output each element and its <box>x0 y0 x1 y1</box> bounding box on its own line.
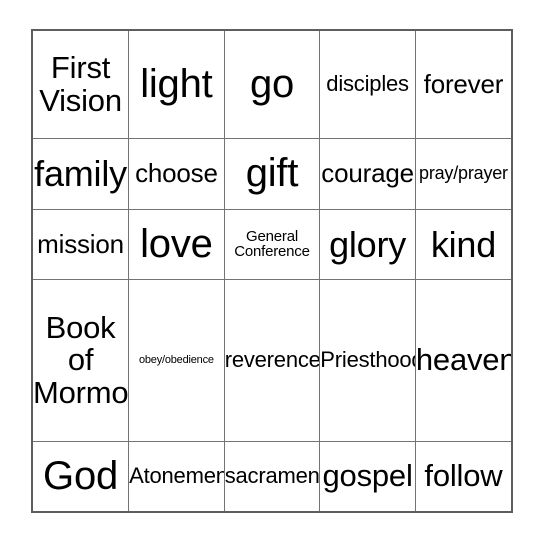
bingo-cell-label: love <box>140 221 213 266</box>
bingo-row: First Vision light go disciples forever <box>33 31 511 140</box>
bingo-cell[interactable]: choose <box>128 138 225 210</box>
bingo-cell-label: gift <box>245 151 299 195</box>
bingo-cell-label: pray/prayer <box>419 163 508 184</box>
bingo-cell-label: First Vision <box>39 50 122 118</box>
bingo-cell-label: obey/obedience <box>138 353 214 366</box>
bingo-cell-label: courage <box>321 158 414 189</box>
bingo-cell[interactable]: disciples <box>319 31 416 140</box>
bingo-cell-label: choose <box>135 158 218 189</box>
bingo-cell[interactable]: light <box>128 31 225 140</box>
bingo-grid: First Vision light go disciples forever famil… <box>33 31 511 511</box>
bingo-card: First Vision light go disciples forever famil… <box>31 29 513 513</box>
bingo-cell-label: Book of Mormon <box>33 310 129 410</box>
bingo-cell-label: Priesthood <box>320 346 416 372</box>
bingo-cell[interactable]: reverence <box>223 279 321 442</box>
bingo-grid-body: First Vision light go disciples forever famil… <box>33 31 511 511</box>
bingo-row: mission love General Conference glory kind <box>33 208 511 281</box>
bingo-cell[interactable]: First Vision <box>33 31 130 140</box>
bingo-cell[interactable]: Atonement <box>128 440 225 511</box>
bingo-cell[interactable]: God <box>33 440 130 511</box>
bingo-cell-label: General Conference <box>234 227 310 261</box>
bingo-row: God Atonement sacrament gospel follow <box>33 440 511 511</box>
bingo-row: Book of Mormon obey/obedience reverencePri… <box>33 279 511 442</box>
bingo-cell-label: Atonement <box>129 462 225 488</box>
bingo-cell[interactable]: go <box>223 31 321 140</box>
bingo-cell[interactable]: Priesthood <box>319 279 416 442</box>
bingo-cell[interactable]: family <box>33 138 130 210</box>
bingo-cell[interactable]: gift <box>223 138 321 210</box>
bingo-cell-label: disciples <box>326 71 409 97</box>
bingo-cell-label: reverence <box>224 346 320 372</box>
bingo-cell[interactable]: Book of Mormon <box>33 279 130 442</box>
bingo-cell-label: go <box>249 61 295 106</box>
bingo-cell-label: sacrament <box>224 462 320 488</box>
bingo-cell[interactable]: forever <box>414 31 511 140</box>
bingo-cell-label: forever <box>423 69 504 99</box>
bingo-cell[interactable]: courage <box>319 138 416 210</box>
bingo-cell-label: kind <box>430 223 497 265</box>
bingo-cell[interactable]: kind <box>414 208 511 281</box>
bingo-cell[interactable]: follow <box>414 440 511 511</box>
bingo-cell-label: light <box>140 61 213 106</box>
bingo-cell-label: glory <box>329 223 407 265</box>
bingo-cell-label: gospel <box>322 458 413 494</box>
bingo-cell-label: follow <box>424 458 503 494</box>
bingo-cell-label: family <box>34 153 127 195</box>
bingo-cell[interactable]: mission <box>33 208 130 281</box>
bingo-row: family choose gift courage pray/prayer <box>33 138 511 210</box>
bingo-cell-label: God <box>43 453 119 498</box>
bingo-cell[interactable]: gospel <box>319 440 416 511</box>
bingo-cell[interactable]: pray/prayer <box>414 138 511 210</box>
bingo-cell[interactable]: heaven <box>414 279 511 442</box>
bingo-cell[interactable]: General Conference <box>223 208 321 281</box>
bingo-cell-label: heaven <box>415 342 511 378</box>
bingo-cell-label: mission <box>37 228 124 259</box>
bingo-cell[interactable]: love <box>128 208 225 281</box>
bingo-cell[interactable]: obey/obedience <box>128 279 225 442</box>
bingo-cell[interactable]: glory <box>319 208 416 281</box>
bingo-cell[interactable]: sacrament <box>223 440 321 511</box>
